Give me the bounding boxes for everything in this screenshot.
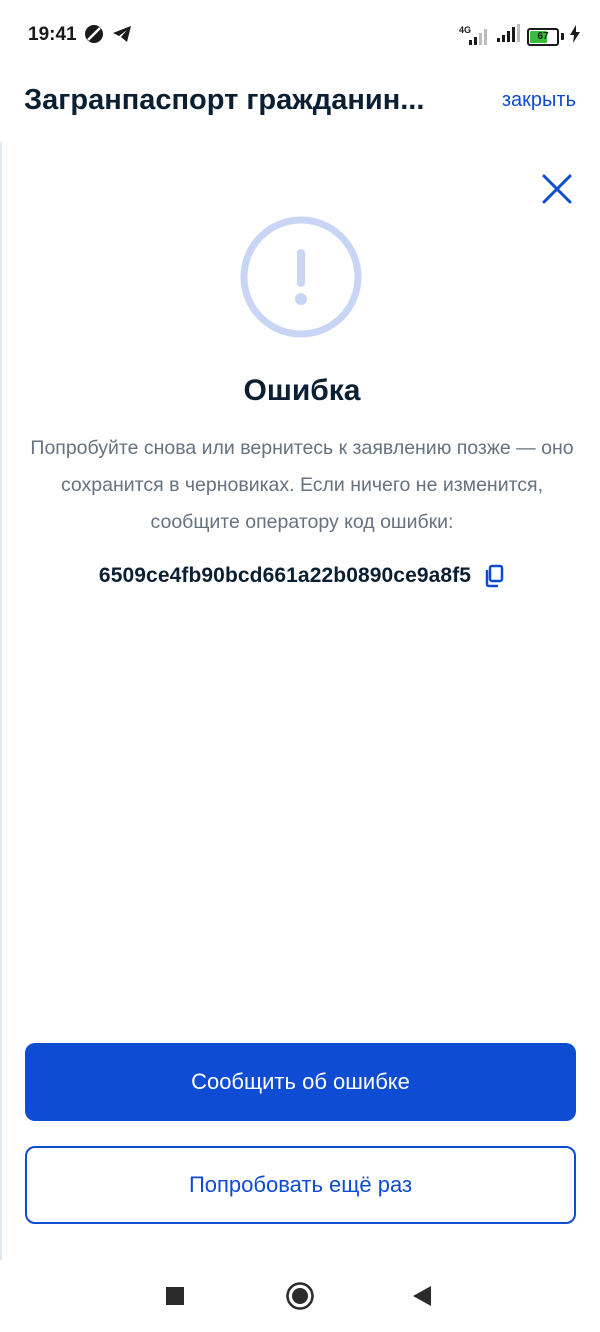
status-icons-right: 4G 67 xyxy=(459,24,580,49)
close-icon[interactable] xyxy=(540,172,574,206)
battery-tip xyxy=(561,33,564,40)
home-circle-icon[interactable] xyxy=(260,1260,340,1332)
error-description: Попробуйте снова или вернитесь к заявлен… xyxy=(30,437,574,533)
report-error-button[interactable]: Сообщить об ошибке xyxy=(25,1043,576,1121)
back-triangle-icon[interactable] xyxy=(382,1260,462,1332)
signal-icon xyxy=(495,24,521,49)
header-close-link[interactable]: закрыть xyxy=(502,89,576,112)
battery-icon: 67 xyxy=(527,27,559,46)
error-title: Ошибка xyxy=(243,374,361,407)
telegram-icon xyxy=(112,25,132,48)
do-not-disturb-icon xyxy=(84,24,104,49)
battery-level-label: 67 xyxy=(537,30,549,42)
error-code: 6509ce4fb90bcd661a22b0890ce9a8f5 xyxy=(98,564,472,587)
recents-square-icon[interactable] xyxy=(135,1260,215,1332)
status-time: 19:41 xyxy=(28,24,77,45)
report-error-label: Сообщить об ошибке xyxy=(191,1069,410,1094)
error-code-row: 6509ce4fb90bcd661a22b0890ce9a8f5 xyxy=(2,564,600,588)
app-header: Загранпаспорт гражданин... закрыть xyxy=(0,72,600,142)
status-bar: 19:41 4G 67 xyxy=(0,0,600,72)
signal-4g-icon: 4G xyxy=(459,25,489,47)
retry-label: Попробовать ещё раз xyxy=(188,1172,413,1197)
system-nav-bar xyxy=(0,1260,600,1332)
exclamation-circle-icon xyxy=(239,215,363,339)
page-title: Загранпаспорт гражданин... xyxy=(24,84,425,116)
status-icons-left xyxy=(84,24,132,49)
retry-button[interactable]: Попробовать ещё раз xyxy=(25,1146,576,1224)
copy-icon[interactable] xyxy=(483,564,505,588)
charging-icon xyxy=(570,25,580,48)
